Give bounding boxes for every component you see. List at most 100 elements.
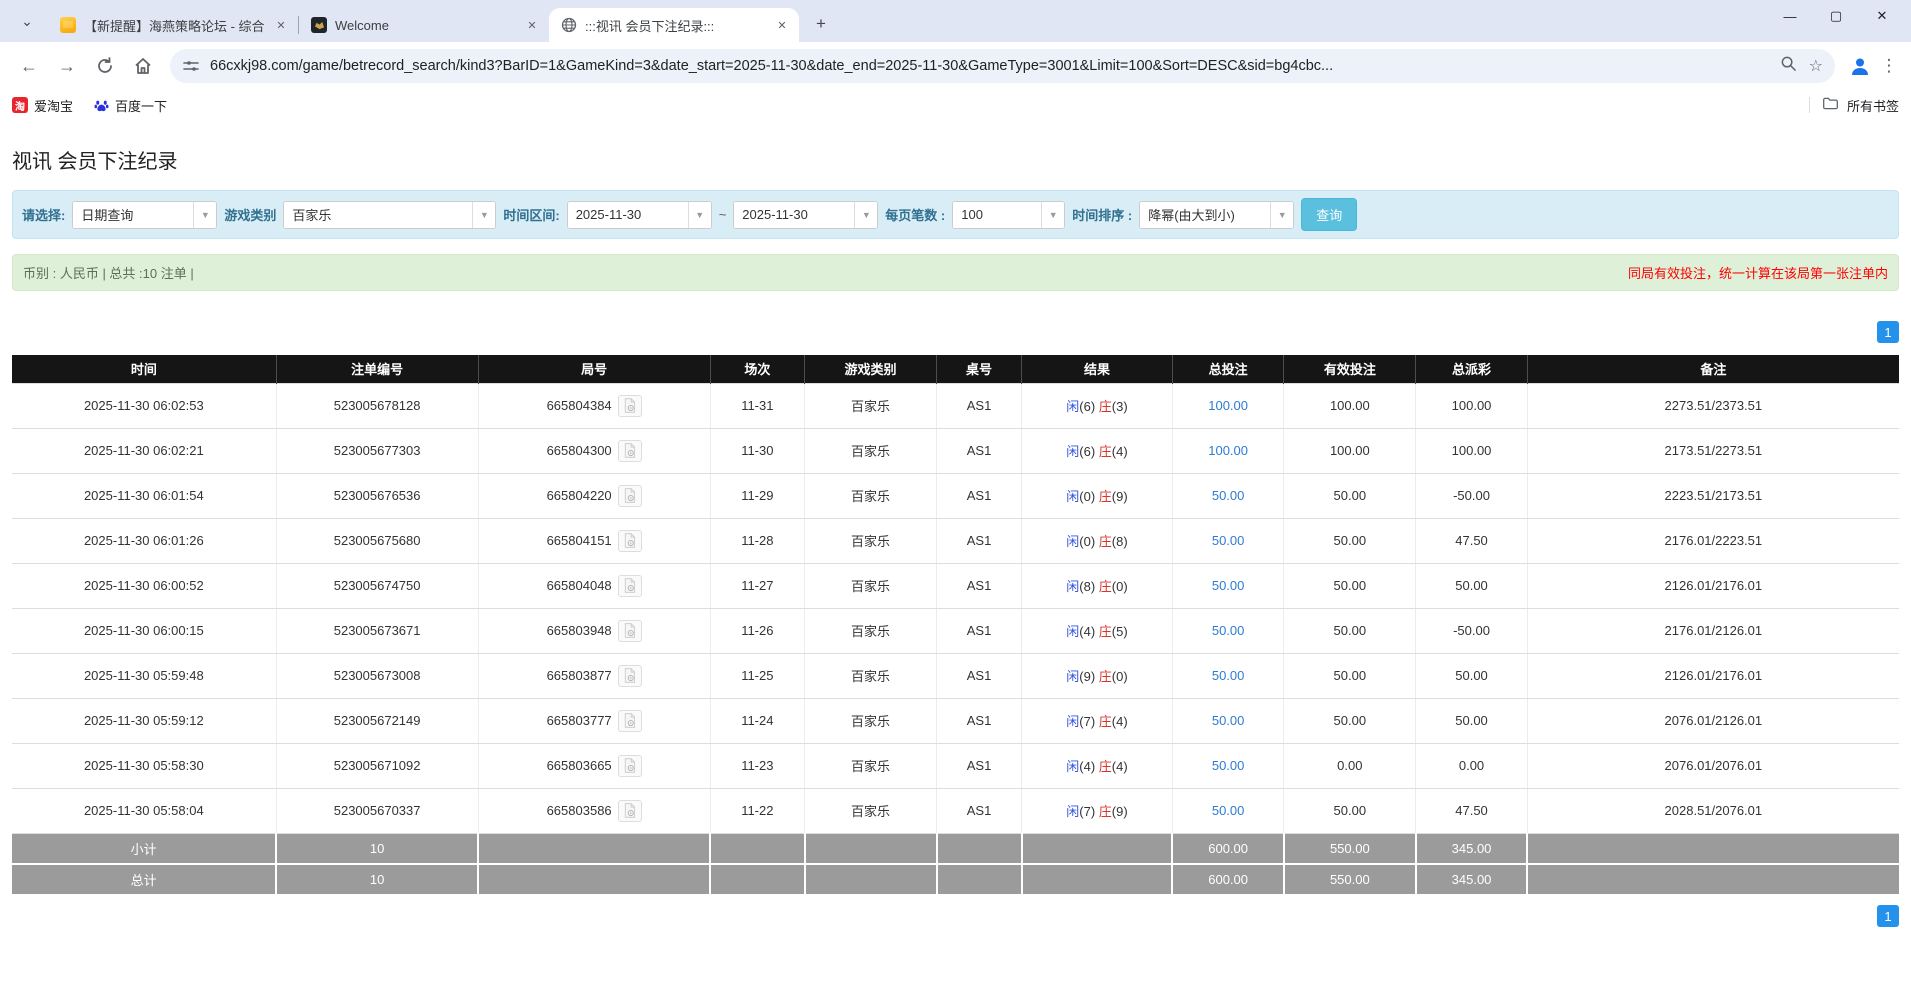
game-type-select[interactable]: ▼ <box>283 201 496 229</box>
url-text[interactable]: 66cxkj98.com/game/betrecord_search/kind3… <box>210 58 1780 74</box>
total-bet-link[interactable]: 100.00 <box>1208 443 1248 458</box>
bookmark-label: 爱淘宝 <box>34 96 73 115</box>
cell-remark: 2126.01/2176.01 <box>1527 653 1899 698</box>
table-row: 2025-11-30 06:02:21 523005677303 6658043… <box>12 428 1899 473</box>
site-settings-icon[interactable] <box>182 57 200 75</box>
chevron-down-icon[interactable]: ⌄ <box>12 6 42 36</box>
cell-total-bet: 50.00 <box>1172 698 1283 743</box>
total-bet-link[interactable]: 100.00 <box>1208 398 1248 413</box>
back-icon[interactable]: ← <box>12 49 46 83</box>
total-bet-link[interactable]: 50.00 <box>1212 623 1245 638</box>
video-record-icon[interactable] <box>618 710 642 732</box>
banker-label: 庄 <box>1099 489 1112 504</box>
date-end-select[interactable]: ▼ <box>733 201 878 229</box>
chevron-down-icon[interactable]: ▼ <box>854 202 877 228</box>
total-bet-link[interactable]: 50.00 <box>1212 758 1245 773</box>
close-icon[interactable]: ✕ <box>272 16 290 34</box>
page-1-button[interactable]: 1 <box>1877 905 1899 927</box>
banker-label: 庄 <box>1099 444 1112 459</box>
tab-title: 【新提醒】海燕策略论坛 - 综合 <box>84 16 266 35</box>
bookmark-star-icon[interactable]: ☆ <box>1809 56 1823 76</box>
cell-round: 665803586 <box>478 788 710 833</box>
page-size-select[interactable]: ▼ <box>952 201 1065 229</box>
cell-remark: 2028.51/2076.01 <box>1527 788 1899 833</box>
tab-welcome[interactable]: Welcome ✕ <box>299 8 549 42</box>
tab-bet-records[interactable]: :::视讯 会员下注纪录::: ✕ <box>549 8 799 42</box>
taobao-icon: 淘 <box>12 97 28 113</box>
page-size-label: 每页笔数 : <box>885 205 945 224</box>
home-icon[interactable] <box>126 49 160 83</box>
bookmark-taobao[interactable]: 淘 爱淘宝 <box>12 96 73 115</box>
player-label: 闲 <box>1066 669 1079 684</box>
chevron-down-icon[interactable]: ▼ <box>688 202 711 228</box>
sort-order-input[interactable] <box>1140 202 1270 228</box>
profile-avatar-icon[interactable] <box>1847 53 1873 79</box>
cell-result: 闲(8) 庄(0) <box>1022 563 1173 608</box>
query-type-select[interactable]: ▼ <box>72 201 217 229</box>
total-label: 总计 <box>12 864 276 895</box>
query-type-input[interactable] <box>73 202 193 228</box>
date-start-select[interactable]: ▼ <box>567 201 712 229</box>
bookmark-baidu[interactable]: 百度一下 <box>93 96 167 115</box>
cell-valid-bet: 50.00 <box>1284 788 1416 833</box>
zoom-icon[interactable] <box>1780 55 1797 77</box>
sort-order-select[interactable]: ▼ <box>1139 201 1294 229</box>
window-close-button[interactable]: ✕ <box>1859 0 1905 32</box>
page-size-input[interactable] <box>953 202 1041 228</box>
close-icon[interactable]: ✕ <box>773 16 791 34</box>
col-round: 局号 <box>478 355 710 383</box>
bet-table-body: 2025-11-30 06:02:53 523005678128 6658043… <box>12 383 1899 833</box>
chevron-down-icon[interactable]: ▼ <box>1270 202 1293 228</box>
page-1-button[interactable]: 1 <box>1877 321 1899 343</box>
round-number: 665803665 <box>547 758 612 773</box>
maximize-button[interactable]: ▢ <box>1813 0 1859 32</box>
round-number: 665804384 <box>547 398 612 413</box>
cell-table: AS1 <box>937 473 1022 518</box>
table-row: 2025-11-30 05:58:04 523005670337 6658035… <box>12 788 1899 833</box>
video-record-icon[interactable] <box>618 395 642 417</box>
forward-icon[interactable]: → <box>50 49 84 83</box>
chevron-down-icon[interactable]: ▼ <box>193 202 216 228</box>
video-record-icon[interactable] <box>618 530 642 552</box>
search-button[interactable]: 查询 <box>1301 198 1357 231</box>
cell-game-type: 百家乐 <box>805 473 937 518</box>
new-tab-button[interactable]: + <box>807 10 835 38</box>
video-record-icon[interactable] <box>618 800 642 822</box>
cell-valid-bet: 50.00 <box>1284 518 1416 563</box>
video-record-icon[interactable] <box>618 440 642 462</box>
video-record-icon[interactable] <box>618 620 642 642</box>
cell-valid-bet: 100.00 <box>1284 383 1416 428</box>
video-record-icon[interactable] <box>618 755 642 777</box>
total-bet-link[interactable]: 50.00 <box>1212 578 1245 593</box>
game-type-input[interactable] <box>284 202 472 228</box>
all-bookmarks[interactable]: 所有书签 <box>1809 95 1899 115</box>
col-payout: 总派彩 <box>1416 355 1527 383</box>
total-bet-link[interactable]: 50.00 <box>1212 713 1245 728</box>
chevron-down-icon[interactable]: ▼ <box>472 202 495 228</box>
tab-forum[interactable]: 【新提醒】海燕策略论坛 - 综合 ✕ <box>48 8 298 42</box>
cell-result: 闲(4) 庄(5) <box>1022 608 1173 653</box>
video-record-icon[interactable] <box>618 575 642 597</box>
total-bet-link[interactable]: 50.00 <box>1212 668 1245 683</box>
more-menu-icon[interactable]: ⋮ <box>1877 56 1901 76</box>
table-row: 2025-11-30 06:01:26 523005675680 6658041… <box>12 518 1899 563</box>
close-icon[interactable]: ✕ <box>523 16 541 34</box>
total-bet-link[interactable]: 50.00 <box>1212 488 1245 503</box>
cell-table: AS1 <box>937 653 1022 698</box>
address-bar[interactable]: 66cxkj98.com/game/betrecord_search/kind3… <box>170 49 1835 83</box>
video-record-icon[interactable] <box>618 665 642 687</box>
minimize-button[interactable]: — <box>1767 0 1813 32</box>
video-record-icon[interactable] <box>618 485 642 507</box>
total-bet-link[interactable]: 50.00 <box>1212 803 1245 818</box>
reload-icon[interactable] <box>88 49 122 83</box>
cell-round: 665803877 <box>478 653 710 698</box>
cell-valid-bet: 50.00 <box>1284 653 1416 698</box>
chevron-down-icon[interactable]: ▼ <box>1041 202 1064 228</box>
cell-round: 665804384 <box>478 383 710 428</box>
cell-remark: 2126.01/2176.01 <box>1527 563 1899 608</box>
cell-remark: 2223.51/2173.51 <box>1527 473 1899 518</box>
date-start-input[interactable] <box>568 202 688 228</box>
cell-table: AS1 <box>937 743 1022 788</box>
date-end-input[interactable] <box>734 202 854 228</box>
total-bet-link[interactable]: 50.00 <box>1212 533 1245 548</box>
